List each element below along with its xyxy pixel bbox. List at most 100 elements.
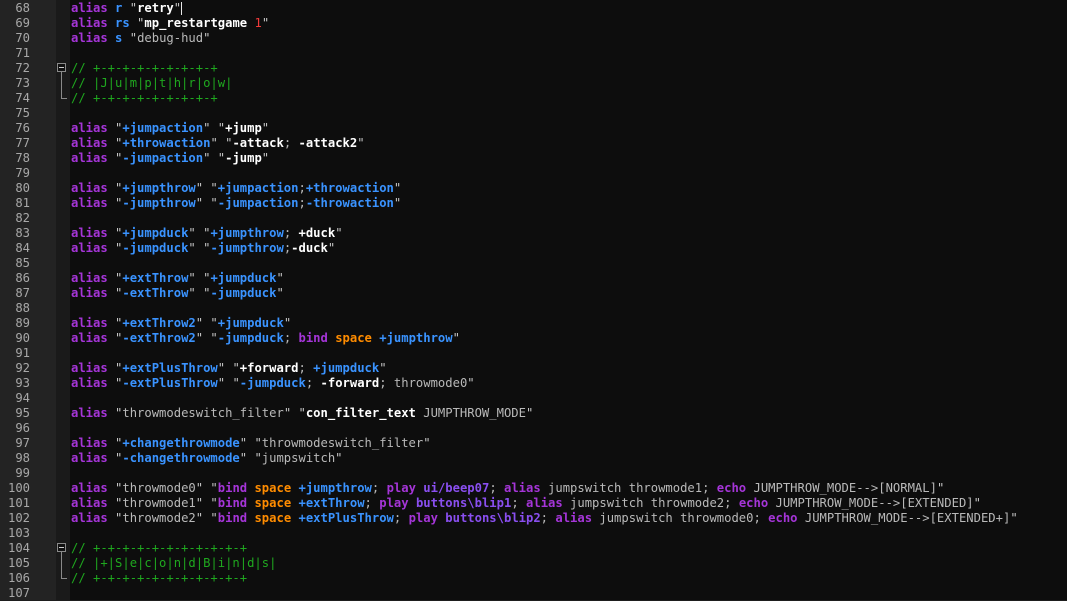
code-token: ": [467, 376, 475, 390]
code-line[interactable]: 69 alias rs "mp_restartgame 1": [0, 16, 1067, 31]
code-token: JUMPTHROW_MODE: [423, 406, 526, 420]
code-line[interactable]: 71: [0, 46, 1067, 61]
code-line[interactable]: 88: [0, 301, 1067, 316]
line-code: alias "throwmode1" "bind space +extThrow…: [71, 496, 981, 511]
code-token: alias: [71, 316, 108, 330]
code-line[interactable]: 105 // |+|S|e|c|o|n|d|B|i|n|d|s|: [0, 556, 1067, 571]
code-token: // |+|S|e|c|o|n|d|B|i|n|d|s|: [71, 556, 277, 570]
code-line[interactable]: 106 // +-+-+-+-+-+-+-+-+-+-+: [0, 571, 1067, 586]
code-editor[interactable]: 68 alias r "retry" 69 alias rs "mp_restartg…: [0, 0, 1067, 600]
code-line[interactable]: 100 alias "throwmode0" "bind space +jumpt…: [0, 481, 1067, 496]
code-line[interactable]: 81 alias "-jumpthrow" "-jumpaction;-throw…: [0, 196, 1067, 211]
line-number: 88: [15, 301, 30, 315]
code-token: throwmode0: [393, 376, 468, 390]
code-token: ": [276, 271, 284, 285]
code-line[interactable]: 82: [0, 211, 1067, 226]
code-token: -forward: [320, 376, 380, 390]
code-line[interactable]: 101 alias "throwmode1" "bind space +extTh…: [0, 496, 1067, 511]
line-code: alias "-changethrowmode" "jumpswitch": [71, 451, 343, 466]
code-line[interactable]: 87 alias "-extThrow" "-jumpduck": [0, 286, 1067, 301]
code-line[interactable]: 97 alias "+changethrowmode" "throwmodeswi…: [0, 436, 1067, 451]
line-number: 98: [15, 451, 30, 465]
code-line[interactable]: 92 alias "+extPlusThrow" "+forward; +jump…: [0, 361, 1067, 376]
line-code: alias "+extPlusThrow" "+forward; +jumpdu…: [71, 361, 387, 376]
code-token: space: [335, 331, 372, 345]
code-token: ": [283, 316, 292, 330]
code-token: ": [357, 136, 365, 150]
code-line[interactable]: 83 alias "+jumpduck" "+jumpthrow; +duck": [0, 226, 1067, 241]
code-token: ": [107, 151, 123, 165]
code-line[interactable]: 76 alias "+jumpaction" "+jump": [0, 121, 1067, 136]
code-token: jumpswitch throwmode2;: [562, 496, 739, 510]
code-token: ;: [379, 376, 394, 390]
code-line[interactable]: 78 alias "-jumpaction" "-jump": [0, 151, 1067, 166]
code-line[interactable]: 72 // +-+-+-+-+-+-+-+-+: [0, 61, 1067, 76]
code-line[interactable]: 89 alias "+extThrow2" "+jumpduck": [0, 316, 1067, 331]
code-line[interactable]: 74 // +-+-+-+-+-+-+-+-+: [0, 91, 1067, 106]
line-number: 106: [7, 571, 30, 585]
code-token: +throwaction: [122, 136, 211, 150]
code-line[interactable]: 98 alias "-changethrowmode" "jumpswitch": [0, 451, 1067, 466]
code-line[interactable]: 95 alias "throwmodeswitch_filter" "con_fi…: [0, 406, 1067, 421]
code-token: alias: [71, 16, 108, 30]
code-line[interactable]: 93 alias "-extPlusThrow" "-jumpduck; -for…: [0, 376, 1067, 391]
code-token: play: [408, 511, 438, 525]
code-token: space: [254, 481, 292, 495]
code-line[interactable]: 91: [0, 346, 1067, 361]
code-token: +jumpaction: [217, 181, 299, 195]
code-line[interactable]: 90 alias "-extThrow2" "-jumpduck; bind sp…: [0, 331, 1067, 346]
code-token: alias: [71, 436, 108, 450]
code-line[interactable]: 84 alias "-jumpduck" "-jumpthrow;-duck": [0, 241, 1067, 256]
code-line[interactable]: 80 alias "+jumpthrow" "+jumpaction;+throw…: [0, 181, 1067, 196]
code-token: ;: [489, 481, 504, 495]
code-line[interactable]: 104 // +-+-+-+-+-+-+-+-+-+-+: [0, 541, 1067, 556]
code-token: -duck: [291, 241, 328, 255]
code-token: " ": [195, 316, 218, 330]
code-token: bind: [217, 496, 248, 510]
code-token: ": [107, 271, 123, 285]
code-token: alias: [71, 481, 108, 495]
code-line[interactable]: 79: [0, 166, 1067, 181]
code-line[interactable]: 99: [0, 466, 1067, 481]
code-line[interactable]: 107: [0, 586, 1067, 601]
code-token: +extPlusThrow: [298, 511, 394, 525]
code-token: " ": [239, 451, 262, 465]
code-token: ": [107, 451, 123, 465]
code-token: JUMPTHROW_MODE-->[EXTENDED+]: [797, 511, 1011, 525]
code-token: ui/beep07: [423, 481, 490, 495]
code-line[interactable]: 86 alias "+extThrow" "+jumpduck": [0, 271, 1067, 286]
code-line[interactable]: 77 alias "+throwaction" "-attack; -attack…: [0, 136, 1067, 151]
code-token: +jumpthrow: [298, 481, 372, 495]
code-line[interactable]: 73 // |J|u|m|p|t|h|r|o|w|: [0, 76, 1067, 91]
code-line[interactable]: 70 alias s "debug-hud": [0, 31, 1067, 46]
code-token: debug-hud: [137, 31, 204, 45]
line-number: 91: [15, 346, 30, 360]
code-line[interactable]: 94: [0, 391, 1067, 406]
code-line[interactable]: 75: [0, 106, 1067, 121]
code-token: alias: [71, 226, 108, 240]
line-number: 73: [15, 76, 30, 90]
collapse-fold-icon[interactable]: [57, 63, 66, 72]
line-code: alias "throwmode0" "bind space +jumpthro…: [71, 481, 944, 496]
line-number: 96: [15, 421, 30, 435]
collapse-fold-icon[interactable]: [57, 543, 66, 552]
code-token: ": [973, 496, 981, 510]
code-line[interactable]: 103: [0, 526, 1067, 541]
code-token: play: [379, 496, 409, 510]
code-token: retry: [137, 1, 174, 15]
line-number: 85: [15, 256, 30, 270]
line-number: 103: [7, 526, 30, 540]
code-line[interactable]: 96: [0, 421, 1067, 436]
line-number: 69: [15, 16, 30, 30]
code-token: ": [107, 226, 123, 240]
code-token: buttons\blip1: [415, 496, 512, 510]
code-token: -changethrowmode: [122, 451, 240, 465]
code-token: " ": [195, 196, 218, 210]
code-line[interactable]: 102 alias "throwmode2" "bind space +extPl…: [0, 511, 1067, 526]
code-line[interactable]: 85: [0, 256, 1067, 271]
code-line[interactable]: 68 alias r "retry": [0, 1, 1067, 16]
code-token: +jumpthrow: [210, 226, 284, 240]
code-token: ;: [298, 196, 306, 210]
